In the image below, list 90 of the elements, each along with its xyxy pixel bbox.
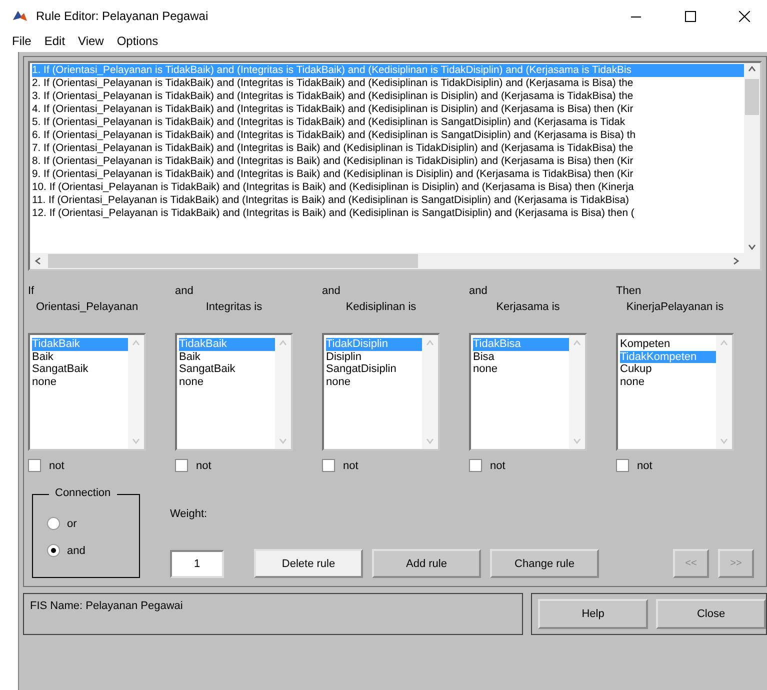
term-item[interactable]: none <box>620 376 646 388</box>
scroll-left-icon[interactable] <box>34 257 42 265</box>
status-text: FIS Name: Pelayanan Pegawai <box>23 593 523 635</box>
list-down-icon[interactable] <box>573 437 581 445</box>
radio-button[interactable] <box>47 517 60 530</box>
variable-label: Kerjasama is <box>495 301 561 315</box>
rule-item[interactable]: 11. If (Orientasi_Pelayanan is TidakBaik) and (Integritas is Baik) and (Kedisiplinan is SangatDisiplin) and (Kerjasama is TidakBisa) <box>32 194 744 207</box>
list-down-icon[interactable] <box>279 437 287 445</box>
not-label: not <box>637 460 652 472</box>
rule-button[interactable]: Change rule <box>490 549 599 578</box>
maximize-icon[interactable] <box>684 10 696 22</box>
rule-item[interactable]: 8. If (Orientasi_Pelayanan is TidakBaik) and (Integritas is Baik) and (Kedisiplinan is TidakDisiplin) and (Kerjasama is Bisa) then (Kir <box>32 155 744 168</box>
menu-item[interactable]: File <box>12 34 32 48</box>
term-list[interactable]: Kompeten TidakKompeten Cukup none <box>616 333 734 451</box>
connector-label: If <box>28 285 36 299</box>
not-checkbox[interactable] <box>616 459 629 472</box>
variable-label: Integritas is <box>204 301 264 315</box>
rule-item[interactable]: 12. If (Orientasi_Pelayanan is TidakBaik) and (Integritas is Baik) and (Kedisiplinan is SangatDisiplin) and (Kerjasama is Bisa) then ( <box>32 207 744 220</box>
not-label: not <box>343 460 358 472</box>
term-item[interactable]: Baik <box>32 350 56 363</box>
scroll-up-icon[interactable] <box>748 65 756 73</box>
rule-item[interactable]: 4. If (Orientasi_Pelayanan is TidakBaik) and (Integritas is TidakBaik) and (Kedisiplinan is Disiplin) and (Kerjasama is Bisa) then (Kir <box>32 103 744 116</box>
rule-item[interactable]: 10. If (Orientasi_Pelayanan is TidakBaik) and (Integritas is Baik) and (Kedisiplinan is Disiplin) and (Kerjasama is Bisa) then (Kinerja <box>32 181 744 194</box>
vertical-scrollbar[interactable] <box>744 63 760 253</box>
radio-dot-icon <box>51 548 56 553</box>
not-label: not <box>490 460 506 472</box>
not-label: not <box>196 460 212 472</box>
not-checkbox[interactable] <box>175 459 188 472</box>
list-up-icon[interactable] <box>132 339 140 347</box>
term-item[interactable]: Cukup <box>620 363 654 376</box>
horizontal-scrollbar[interactable] <box>30 253 744 269</box>
footer-button[interactable]: Close <box>656 599 766 629</box>
term-item[interactable]: SangatBaik <box>32 363 90 376</box>
not-label: not <box>49 460 64 472</box>
term-item[interactable]: none <box>326 376 352 388</box>
term-item[interactable]: Disiplin <box>326 350 364 363</box>
scroll-down-icon[interactable] <box>748 243 756 251</box>
connector-label: and <box>469 285 488 299</box>
variable-label: Orientasi_Pelayanan <box>34 301 140 315</box>
rule-item[interactable]: 6. If (Orientasi_Pelayanan is TidakBaik) and (Integritas is TidakBaik) and (Kedisiplinan is SangatDisiplin) and (Kerjasama is Bisa) th <box>32 129 744 142</box>
menu-item[interactable]: Options <box>116 34 158 48</box>
weight-field[interactable]: 1 <box>170 550 224 578</box>
rule-item[interactable]: 9. If (Orientasi_Pelayanan is TidakBaik) and (Integritas is Baik) and (Kedisiplinan is Disiplin) and (Kerjasama is TidakBisa) then (Kir <box>32 168 744 181</box>
rule-item[interactable]: 5. If (Orientasi_Pelayanan is TidakBaik) and (Integritas is TidakBaik) and (Kedisiplinan is SangatDisiplin) and (Kerjasama is Tidak <box>32 116 744 129</box>
term-list[interactable]: TidakBaik Baik SangatBaik none <box>175 333 293 451</box>
term-item[interactable]: none <box>473 363 500 376</box>
connector-label: and <box>175 285 194 299</box>
rule-item[interactable]: 2. If (Orientasi_Pelayanan is TidakBaik) and (Integritas is TidakBaik) and (Kedisiplinan is TidakDisiplin) and (Kerjasama is Bisa) the <box>32 77 744 90</box>
radio-label: and <box>67 544 86 556</box>
term-item[interactable]: Baik <box>179 350 202 363</box>
weight-label: Weight: <box>170 508 208 520</box>
list-up-icon[interactable] <box>573 339 581 347</box>
rule-button[interactable]: Add rule <box>372 549 481 578</box>
term-list[interactable]: TidakBaik Baik SangatBaik none <box>28 333 146 451</box>
term-item[interactable]: SangatBaik <box>179 363 238 376</box>
menu-item[interactable]: View <box>78 34 104 48</box>
term-item[interactable]: none <box>32 376 58 388</box>
scrollbar-thumb[interactable] <box>745 79 759 115</box>
term-item[interactable]: Kompeten <box>620 338 672 350</box>
connector-label: Then <box>616 285 642 299</box>
term-list[interactable]: TidakBisa Bisa none <box>469 333 587 451</box>
rule-button[interactable]: Delete rule <box>254 549 363 578</box>
term-item[interactable]: none <box>179 376 206 388</box>
rule-list[interactable] <box>28 61 762 271</box>
term-item[interactable]: Bisa <box>473 350 496 363</box>
list-up-icon[interactable] <box>279 339 287 347</box>
variable-label: Kedisiplinan is <box>344 301 418 315</box>
term-list[interactable]: TidakDisiplin Disiplin SangatDisiplin none <box>322 333 440 451</box>
variable-label: KinerjaPelayanan is <box>625 301 725 315</box>
term-item[interactable]: SangatDisiplin <box>326 363 398 376</box>
not-checkbox[interactable] <box>28 459 41 472</box>
rule-item[interactable]: 7. If (Orientasi_Pelayanan is TidakBaik) and (Integritas is Baik) and (Kedisiplinan is TidakDisiplin) and (Kerjasama is TidakBisa) the <box>32 142 744 155</box>
footer-button[interactable]: Help <box>538 599 648 629</box>
list-down-icon[interactable] <box>426 437 434 445</box>
not-checkbox[interactable] <box>322 459 335 472</box>
list-up-icon[interactable] <box>426 339 434 347</box>
list-down-icon[interactable] <box>720 437 728 445</box>
group-title: Connection <box>49 487 117 499</box>
scrollbar-thumb[interactable] <box>48 254 418 268</box>
close-icon[interactable] <box>738 10 750 22</box>
menu-item[interactable]: Edit <box>44 34 66 48</box>
window-title: Rule Editor: Pelayanan Pegawai <box>36 9 210 23</box>
radio-button[interactable] <box>47 544 60 557</box>
connector-label: and <box>322 285 342 299</box>
rule-item[interactable]: 3. If (Orientasi_Pelayanan is TidakBaik) and (Integritas is TidakBaik) and (Kedisiplinan is Disiplin) and (Kerjasama is TidakBisa) the <box>32 90 744 103</box>
list-up-icon[interactable] <box>720 339 728 347</box>
list-down-icon[interactable] <box>132 437 140 445</box>
radio-label: or <box>67 518 77 530</box>
scroll-right-icon[interactable] <box>732 257 740 265</box>
not-checkbox[interactable] <box>469 459 482 472</box>
